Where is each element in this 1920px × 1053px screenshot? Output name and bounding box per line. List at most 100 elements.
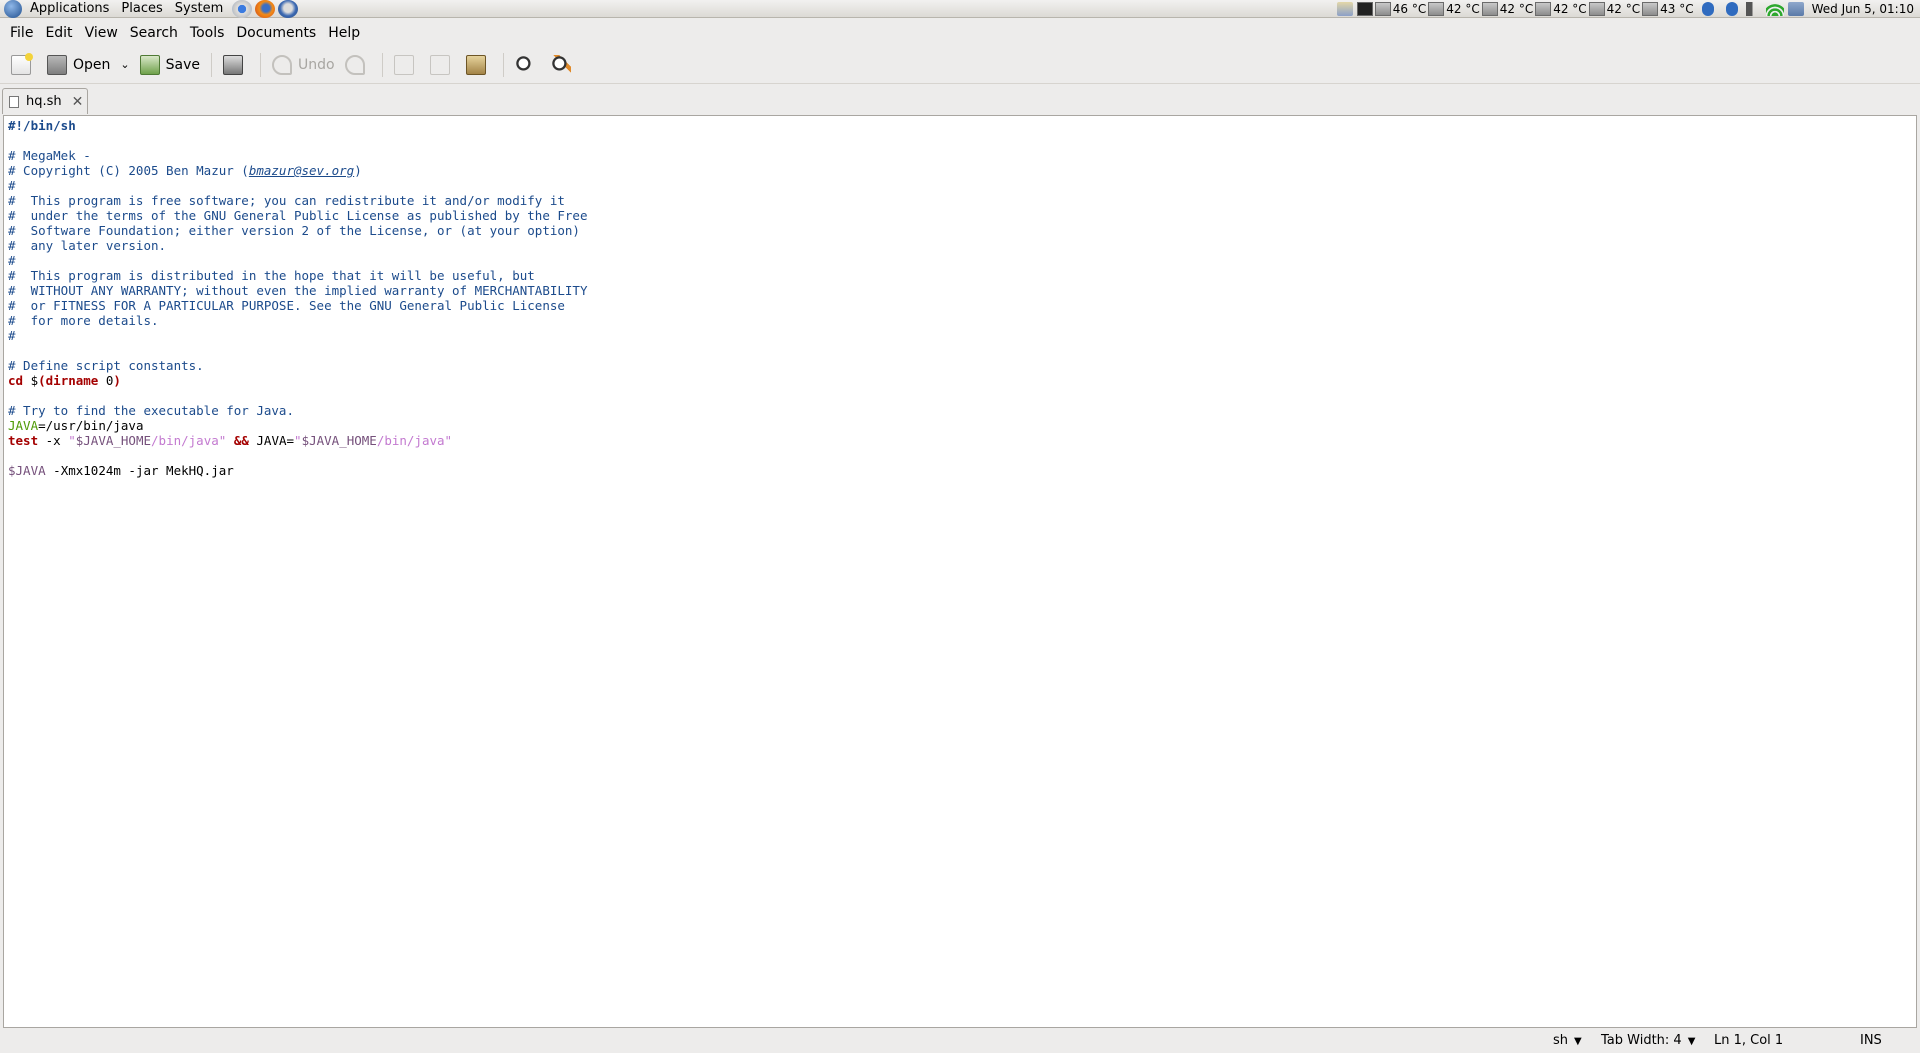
text-file-icon [9, 95, 19, 108]
print-button[interactable] [218, 50, 254, 80]
menu-search[interactable]: Search [124, 25, 184, 41]
code-line[interactable]: #!/bin/sh [8, 118, 1916, 133]
panel-menu-places[interactable]: Places [115, 0, 168, 18]
thunderbird-launcher-icon[interactable] [278, 0, 299, 18]
paste-button[interactable] [461, 50, 497, 80]
code-line[interactable] [8, 388, 1916, 403]
close-tab-icon[interactable]: ✕ [72, 94, 84, 110]
bluetooth-icon[interactable] [1725, 2, 1738, 16]
copy-button[interactable] [425, 50, 461, 80]
menu-help[interactable]: Help [322, 25, 366, 41]
language-selector[interactable]: sh ▼ [1553, 1033, 1582, 1048]
cpu-chip-icon [1374, 2, 1391, 16]
cpu-temp-1: 46 °C [1374, 2, 1426, 16]
menu-tools[interactable]: Tools [184, 25, 231, 41]
panel-menu-system[interactable]: System [169, 0, 229, 18]
cpu-chip-icon [1481, 2, 1498, 16]
code-line[interactable] [8, 133, 1916, 148]
printer-icon [223, 54, 243, 75]
toolbar-separator [502, 52, 504, 77]
clipboard-icon [465, 54, 486, 75]
find-button[interactable] [510, 50, 546, 80]
code-line[interactable]: # [8, 253, 1916, 268]
user-switcher-icon[interactable] [1787, 2, 1804, 16]
panel-menus: Applications Places System [0, 0, 299, 18]
menubar: File Edit View Search Tools Documents He… [0, 19, 1920, 47]
open-label: Open [73, 56, 111, 73]
code-line[interactable] [8, 448, 1916, 463]
wifi-icon[interactable] [1765, 2, 1784, 16]
open-button[interactable]: Open ⌄ [42, 50, 135, 80]
code-line[interactable]: # This program is distributed in the hop… [8, 268, 1916, 283]
find-replace-icon [550, 54, 571, 75]
magnifier-icon [514, 54, 535, 75]
save-label: Save [165, 56, 200, 73]
toolbar-separator [381, 52, 383, 77]
cpu-chip-icon [1535, 2, 1552, 16]
text-editor[interactable]: #!/bin/sh # MegaMek - # Copyright (C) 200… [3, 115, 1917, 1028]
code-line[interactable]: # [8, 178, 1916, 193]
code-line[interactable]: # any later version. [8, 238, 1916, 253]
clock[interactable]: Wed Jun 5, 01:10 [1806, 0, 1920, 18]
firefox-launcher-icon[interactable] [255, 0, 276, 18]
tab-hq-sh[interactable]: hq.sh ✕ [2, 88, 88, 114]
menu-edit[interactable]: Edit [39, 25, 78, 41]
save-icon [139, 54, 160, 75]
code-line[interactable]: # or FITNESS FOR A PARTICULAR PURPOSE. S… [8, 298, 1916, 313]
tab-label: hq.sh [26, 94, 62, 109]
system-tray: 46 °C 42 °C 42 °C 42 °C 42 °C 43 °C Wed … [1335, 0, 1920, 18]
redo-icon [344, 54, 365, 75]
code-line[interactable]: # MegaMek - [8, 148, 1916, 163]
bluetooth-icon[interactable] [1701, 2, 1714, 16]
redo-button[interactable] [340, 50, 376, 80]
code-line[interactable]: # Software Foundation; either version 2 … [8, 223, 1916, 238]
document-tabbar: hq.sh ✕ [0, 86, 1920, 114]
open-folder-icon [47, 54, 67, 75]
scissors-icon [393, 54, 414, 75]
code-line[interactable]: JAVA=/usr/bin/java [8, 418, 1916, 433]
cpu-temp-5: 42 °C [1588, 2, 1640, 16]
code-line[interactable]: # WITHOUT ANY WARRANTY; without even the… [8, 283, 1916, 298]
undo-button[interactable]: Undo [267, 50, 340, 80]
network-manager-icon[interactable] [1336, 2, 1353, 16]
cpu-temp-3: 42 °C [1481, 2, 1533, 16]
menu-file[interactable]: File [4, 25, 39, 41]
chevron-down-icon[interactable]: ⌄ [120, 58, 129, 71]
code-line[interactable]: # Define script constants. [8, 358, 1916, 373]
terminal-icon[interactable] [1356, 2, 1373, 16]
chrome-launcher-icon[interactable] [232, 0, 253, 18]
tab-width-selector[interactable]: Tab Width: 4 ▼ [1601, 1033, 1695, 1048]
menu-documents[interactable]: Documents [230, 25, 322, 41]
distro-logo-icon [4, 0, 22, 18]
toolbar-separator [260, 52, 261, 77]
cpu-chip-icon [1428, 2, 1445, 16]
cpu-temp-2: 42 °C [1428, 2, 1480, 16]
code-line[interactable]: # Try to find the executable for Java. [8, 403, 1916, 418]
volume-icon[interactable] [1745, 2, 1762, 16]
statusbar: sh ▼ Tab Width: 4 ▼ Ln 1, Col 1 INS [0, 1030, 1920, 1053]
toolbar-separator [211, 52, 212, 77]
save-button[interactable]: Save [135, 50, 205, 80]
menu-view[interactable]: View [79, 25, 124, 41]
cut-button[interactable] [389, 50, 425, 80]
insert-mode: INS [1860, 1033, 1882, 1048]
code-view[interactable]: #!/bin/sh # MegaMek - # Copyright (C) 200… [4, 116, 1916, 478]
top-panel: Applications Places System 46 °C 42 °C 4… [0, 0, 1920, 18]
code-line[interactable]: # under the terms of the GNU General Pub… [8, 208, 1916, 223]
cpu-temp-4: 42 °C [1535, 2, 1587, 16]
panel-menu-applications[interactable]: Applications [24, 0, 115, 18]
code-line[interactable]: # for more details. [8, 313, 1916, 328]
cursor-position: Ln 1, Col 1 [1714, 1033, 1784, 1048]
code-line[interactable]: # [8, 328, 1916, 343]
code-line[interactable]: $JAVA -Xmx1024m -jar MekHQ.jar [8, 463, 1916, 478]
code-line[interactable]: test -x "$JAVA_HOME/bin/java" && JAVA="$… [8, 433, 1916, 448]
chevron-down-icon: ▼ [1574, 1036, 1582, 1047]
new-document-button[interactable] [6, 50, 42, 80]
copy-icon [429, 54, 450, 75]
code-line[interactable]: # This program is free software; you can… [8, 193, 1916, 208]
code-line[interactable]: # Copyright (C) 2005 Ben Mazur (bmazur@s… [8, 163, 1916, 178]
undo-icon [272, 54, 292, 75]
code-line[interactable]: cd $(dirname 0) [8, 373, 1916, 388]
find-replace-button[interactable] [546, 50, 582, 80]
code-line[interactable] [8, 343, 1916, 358]
